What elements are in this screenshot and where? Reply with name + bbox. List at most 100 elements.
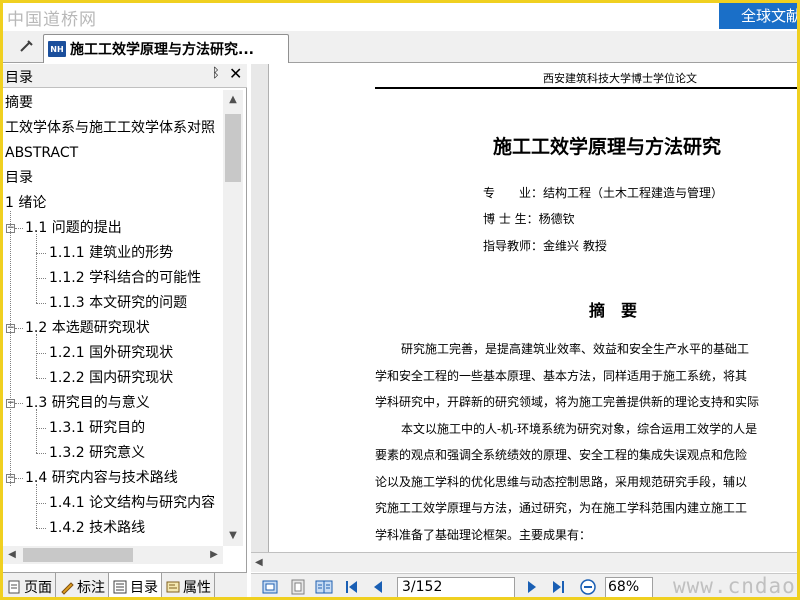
tab-outline[interactable]: 目录 [109,573,162,597]
outline-horizontal-scrollbar[interactable]: ◀ ▶ [3,546,223,564]
outline-item-label: 1.1.3 本文研究的问题 [49,295,188,311]
outline-item-label: 1.4.1 论文结构与研究内容 [49,495,216,511]
outline-item-label: 1.2.1 国外研究现状 [49,345,174,361]
tab-outline-label: 目录 [130,580,158,596]
outline-item-label: 1.4 研究内容与技术路线 [25,470,178,486]
app-window: 中国道桥网 全球文献 NH 施工工效学原理与方法研究... 目录 ᛒ ✕ 摘要工… [0,0,800,600]
document-tab-bar: NH 施工工效学原理与方法研究... [3,31,797,63]
outline-item[interactable]: 1 绪论 [3,191,223,216]
tree-connector [36,453,46,454]
outline-item-label: 1.3 研究目的与意义 [25,395,150,411]
page-number-field[interactable]: 3/152 [397,577,515,597]
document-tab[interactable]: NH 施工工效学原理与方法研究... [43,34,289,63]
close-icon[interactable]: ✕ [229,64,242,83]
tree-connector [36,528,46,529]
scroll-left-arrow-icon[interactable]: ◀ [255,553,269,573]
tree-connector [15,228,23,229]
nh-doc-icon: NH [48,41,66,57]
outline-vertical-scrollbar[interactable]: ▲ ▼ [223,90,243,546]
navigation-bar: 3/152 68% www.cndao.com [251,573,797,598]
tab-annotations[interactable]: 标注 [56,573,109,597]
outline-panel-header: 目录 ᛒ ✕ [3,64,247,88]
abstract-line: 研究施工完善，是提高建筑业效率、效益和安全生产水平的基础工 [401,342,750,356]
outline-item[interactable]: 目录 [3,166,223,191]
previous-page-icon[interactable] [369,578,387,596]
abstract-line: 论以及施工学科的优化思维与动态控制思路，采用规范研究手段，辅以 [375,474,748,489]
tree-connector [36,253,46,254]
abstract-line: 本文以施工中的人-机-环境系统为研究对象，综合运用工效学的人是 [401,421,758,436]
tab-annotations-label: 标注 [77,580,105,596]
page-icon [8,580,20,594]
outline-item-label: 1.4.2 技术路线 [49,520,146,536]
abstract-line: 学科研究中，开辟新的研究领域，将为施工完善提供新的理论支持和实际 [375,395,760,409]
outline-item-label: 1 绪论 [5,195,47,211]
outline-item[interactable]: 工效学体系与施工工效学体系对照 [3,116,223,141]
last-page-icon[interactable] [549,578,567,596]
tree-guide-line [36,409,37,453]
scroll-down-arrow-icon[interactable]: ▼ [223,526,243,546]
outline-item-label: 1.3.1 研究目的 [49,420,146,436]
tree-connector [15,478,23,479]
tree-guide-line [36,484,37,528]
scroll-left-arrow-icon[interactable]: ◀ [3,546,21,564]
tree-connector [36,428,46,429]
site-watermark-bottom: www.cndao.com [673,574,797,598]
tree-connector [36,278,46,279]
tree-connector [15,403,23,404]
top-strip: 中国道桥网 全球文献 [3,3,797,31]
outline-panel-title: 目录 [5,70,33,86]
tree-guide-line [36,234,37,303]
tree-guide-line [36,334,37,378]
abstract-heading: 摘 要 [589,301,638,320]
scroll-thumb[interactable] [225,114,241,182]
tree-connector [36,303,46,304]
tree-connector [36,503,46,504]
global-literature-button[interactable]: 全球文献 [719,3,797,29]
pin-icon[interactable]: ᛒ [212,66,220,81]
continuous-view-icon[interactable] [289,578,307,596]
abstract-line: 究施工工效学原理与方法，通过研究，为在施工学科范围内建立施工工 [375,501,748,515]
meta-major: 专 业：结构工程（土木工程建造与管理） [483,186,724,200]
outline-item-label: 工效学体系与施工工效学体系对照 [5,120,215,136]
meta-author: 博 士 生：杨德钦 [483,212,575,226]
outline-item[interactable]: ABSTRACT [3,141,223,166]
abstract-line: 学和安全工程的一些基本原理、基本方法，同样适用于施工系统，将其 [375,368,748,383]
tree-connector [15,328,23,329]
scroll-right-arrow-icon[interactable]: ▶ [205,546,223,564]
outline-item-label: 摘要 [5,95,33,111]
site-watermark-top: 中国道桥网 [7,10,97,30]
tab-list-icon[interactable] [19,40,33,54]
two-page-view-icon[interactable] [315,578,333,596]
first-page-icon[interactable] [343,578,361,596]
document-viewer[interactable]: 西安建筑科技大学博士学位论文 施工工效学原理与方法研究 专 业：结构工程（土木工… [251,64,797,552]
next-page-icon[interactable] [523,578,541,596]
tab-properties[interactable]: 属性 [162,573,215,597]
document-tab-title: 施工工效学原理与方法研究... [70,42,254,58]
panel-tab-bar: 页面 标注 目录 属性 [3,572,247,597]
outline-item-label: 目录 [5,170,33,186]
zoom-level-field[interactable]: 68% [605,577,653,597]
outline-item-label: 1.3.2 研究意义 [49,445,146,461]
tab-pages[interactable]: 页面 [3,573,56,597]
outline-icon [113,580,127,594]
tab-pages-label: 页面 [24,580,52,596]
outline-panel: 目录 ᛒ ✕ 摘要工效学体系与施工工效学体系对照 ABSTRACT 目录 1 绪论 1.… [3,64,247,597]
tree-connector [36,378,46,379]
outline-tree: 摘要工效学体系与施工工效学体系对照 ABSTRACT 目录 1 绪论 1.1 问题的提出… [3,90,223,546]
properties-icon [166,581,180,593]
outline-item-label: 1.1 问题的提出 [25,220,122,236]
scroll-thumb-horizontal[interactable] [23,548,133,562]
single-page-view-icon[interactable] [261,578,279,596]
viewer-horizontal-scrollbar[interactable]: ◀ [251,552,797,572]
tab-properties-label: 属性 [183,580,211,596]
thesis-title: 施工工效学原理与方法研究 [493,136,722,158]
header-rule [375,87,797,89]
pen-icon [61,582,74,595]
scroll-up-arrow-icon[interactable]: ▲ [223,90,243,110]
viewer-left-gutter [251,64,269,552]
outline-item[interactable]: 摘要 [3,91,223,116]
tree-guide-line [10,211,11,486]
abstract-line: 要素的观点和强调全系统绩效的原理、安全工程的集成失误观点和危险 [375,448,748,462]
outline-item-label: 1.2.2 国内研究现状 [49,370,174,386]
zoom-out-icon[interactable] [579,578,597,596]
